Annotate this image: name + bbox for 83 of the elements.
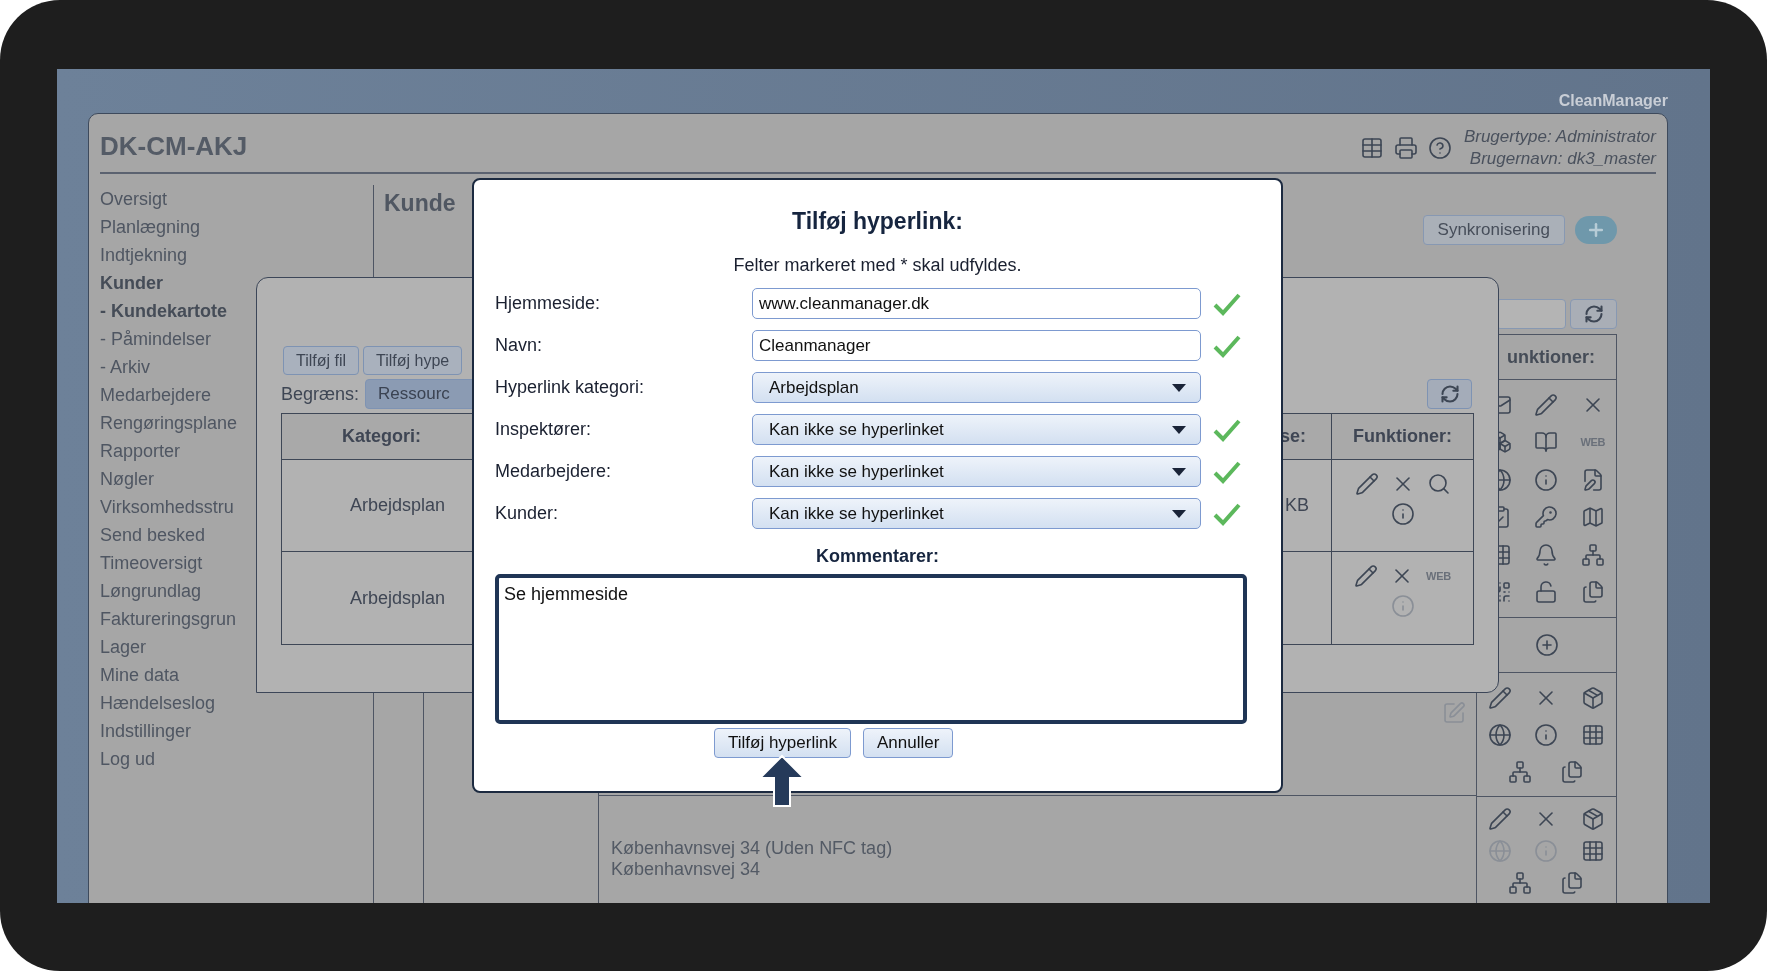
box-icon[interactable] <box>1580 807 1605 831</box>
plus-icon <box>1586 220 1606 240</box>
grid-icon[interactable] <box>1580 839 1605 863</box>
pencil-icon[interactable] <box>1488 685 1513 710</box>
info-icon[interactable] <box>1534 467 1559 492</box>
documents-icon[interactable] <box>1560 759 1585 784</box>
dropdown-field[interactable]: Kan ikke se hyperlinket <box>752 414 1201 445</box>
column-header: unktioner: <box>1507 345 1595 369</box>
text-field[interactable]: www.cleanmanager.dk <box>752 288 1201 319</box>
field-label: Inspektører: <box>495 418 593 441</box>
dialog-button[interactable]: Annuller <box>862 728 954 758</box>
page-heading: Kunde <box>384 189 456 218</box>
column-header: Funktioner: <box>1353 425 1452 448</box>
dialog-button[interactable]: Tilføj hype <box>363 346 463 375</box>
print-icon[interactable] <box>1393 136 1418 160</box>
grid-icon[interactable] <box>1580 722 1605 747</box>
info-icon[interactable] <box>1390 502 1415 526</box>
bell-icon[interactable] <box>1534 542 1559 567</box>
key-icon[interactable] <box>1534 505 1559 530</box>
refresh-button[interactable] <box>1427 379 1472 409</box>
comment-label: Kommentarer: <box>815 545 940 565</box>
caret-icon <box>1172 383 1186 392</box>
search-icon[interactable] <box>1426 472 1451 496</box>
dropdown-field[interactable]: Kan ikke se hyperlinket <box>752 456 1201 487</box>
sync-button[interactable]: Synkronisering <box>1422 215 1565 245</box>
caret-icon <box>1172 467 1186 476</box>
sidebar-item[interactable]: Indtjekning <box>100 241 373 269</box>
check-icon <box>1213 333 1241 358</box>
required-note: Felter markeret med * skal udfyldes. <box>732 254 1023 277</box>
column-header: Kategori: <box>342 425 421 448</box>
brand-name: CleanManager <box>1558 91 1668 111</box>
check-icon <box>1213 501 1241 526</box>
field-label: Kunder: <box>495 502 560 525</box>
sidebar-item[interactable]: Hændelseslog <box>100 689 373 717</box>
user-type: Brugertype: Administrator <box>1463 126 1656 148</box>
book-icon[interactable] <box>1534 430 1559 455</box>
sidebar-item[interactable]: Oversigt <box>100 185 373 213</box>
app-title: DK-CM-AKJ <box>100 130 248 163</box>
check-icon <box>1213 417 1241 442</box>
table-cell-text: Arbejdsplan <box>350 586 446 610</box>
web-icon[interactable]: WEB <box>1580 434 1606 451</box>
dropdown-field[interactable]: Kan ikke se hyperlinket <box>752 498 1201 529</box>
table-icon[interactable] <box>1359 136 1384 160</box>
user-name: Brugernavn: dk3_master <box>1469 148 1656 170</box>
globe-icon[interactable] <box>1488 722 1513 747</box>
sidebar-item[interactable]: Indstillinger <box>100 717 373 745</box>
documents-icon[interactable] <box>1560 871 1585 895</box>
sidebar-item[interactable]: Log ud <box>100 745 373 773</box>
dialog-title: Tilføj hyperlink: <box>791 207 964 236</box>
table-cell-text: Arbejdsplan <box>350 494 446 517</box>
unlock-icon[interactable] <box>1534 580 1559 605</box>
search-field[interactable] <box>1496 299 1566 329</box>
table-cell-text: KB <box>1285 494 1309 517</box>
pencil-icon[interactable] <box>1488 807 1513 831</box>
field-label: Medarbejdere: <box>495 460 613 483</box>
info-icon[interactable] <box>1534 722 1559 747</box>
check-icon <box>1213 291 1241 316</box>
caret-icon <box>1172 425 1186 434</box>
pencil-icon[interactable] <box>1354 472 1379 496</box>
dropdown-field[interactable]: Arbejdsplan <box>752 372 1201 403</box>
refresh-icon <box>1583 304 1604 324</box>
refresh-icon <box>1439 384 1460 404</box>
help-icon[interactable] <box>1427 136 1452 160</box>
address-text: Københavnsvej 34 <box>611 859 762 880</box>
pencil-icon[interactable] <box>1354 564 1379 588</box>
field-label: Hjemmeside: <box>495 292 602 315</box>
dialog-button[interactable]: Tilføj fil <box>283 346 360 375</box>
address-text: Københavnsvej 34 (Uden NFC tag) <box>611 838 894 859</box>
documents-icon[interactable] <box>1580 580 1605 605</box>
check-icon <box>1213 459 1241 484</box>
box-icon[interactable] <box>1580 685 1605 710</box>
text-field[interactable]: Cleanmanager <box>752 330 1201 361</box>
map-icon[interactable] <box>1580 505 1605 530</box>
add-icon[interactable] <box>1534 633 1559 657</box>
web-icon[interactable]: WEB <box>1426 567 1451 585</box>
filter-label: Begræns: <box>281 382 360 406</box>
sidebar-item[interactable]: Planlægning <box>100 213 373 241</box>
pencil-icon[interactable] <box>1534 392 1559 417</box>
caret-icon <box>1172 509 1186 518</box>
comment-field[interactable]: Se hjemmeside <box>495 574 1247 724</box>
dialog-button[interactable]: Tilføj hyperlink <box>714 728 851 758</box>
refresh-button[interactable] <box>1570 299 1617 329</box>
field-label: Navn: <box>495 334 544 357</box>
